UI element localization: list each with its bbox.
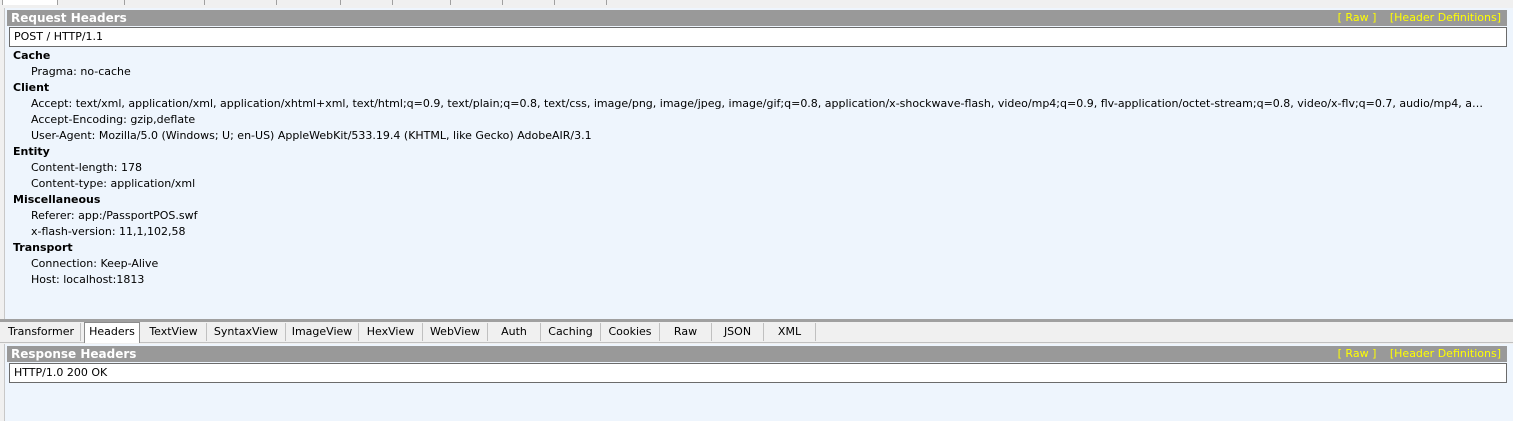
tab-caching[interactable]: Caching [541, 323, 601, 341]
header-group-cache: Cache Pragma: no-cache [13, 48, 1503, 80]
response-header-links: [ Raw ] [Header Definitions] [1328, 346, 1501, 362]
header-item[interactable]: Connection: Keep-Alive [13, 256, 1503, 272]
tab-top-3[interactable] [126, 0, 205, 5]
response-tabs-bar: Transformer Headers TextView SyntaxView … [0, 322, 1513, 343]
tab-cookies[interactable]: Cookies [601, 323, 660, 341]
header-group-miscellaneous: Miscellaneous Referer: app:/PassportPOS.… [13, 192, 1503, 240]
header-group-entity: Entity Content-length: 178 Content-type:… [13, 144, 1503, 192]
tab-top-5[interactable] [278, 0, 341, 5]
header-group-client: Client Accept: text/xml, application/xml… [13, 80, 1503, 144]
response-headers-title: Response Headers [11, 347, 137, 361]
tab-top-4[interactable] [206, 0, 277, 5]
response-status-line-field[interactable]: HTTP/1.0 200 OK [9, 363, 1507, 383]
header-item[interactable]: User-Agent: Mozilla/5.0 (Windows; U; en-… [13, 128, 1503, 144]
header-item[interactable]: Accept: text/xml, application/xml, appli… [13, 96, 1503, 112]
group-title[interactable]: Entity [13, 144, 1503, 160]
response-headers-title-bar: Response Headers [ Raw ] [Header Definit… [7, 346, 1507, 362]
group-title[interactable]: Cache [13, 48, 1503, 64]
tab-top-7[interactable] [394, 0, 451, 5]
tab-top-9[interactable] [504, 0, 555, 5]
tab-imageview[interactable]: ImageView [286, 323, 359, 341]
request-headers-pane: Request Headers [ Raw ] [Header Definiti… [4, 8, 1513, 319]
tab-raw[interactable]: Raw [660, 323, 712, 341]
request-headers-tree: Cache Pragma: no-cache Client Accept: te… [13, 48, 1503, 288]
header-item[interactable]: Pragma: no-cache [13, 64, 1503, 80]
tab-top-8[interactable] [452, 0, 503, 5]
group-title[interactable]: Miscellaneous [13, 192, 1503, 208]
request-tabs-strip [0, 0, 1513, 7]
tab-auth[interactable]: Auth [488, 323, 541, 341]
tab-top-10[interactable] [556, 0, 607, 5]
response-headers-pane: Response Headers [ Raw ] [Header Definit… [4, 344, 1513, 421]
tab-webview[interactable]: WebView [423, 323, 488, 341]
group-title[interactable]: Transport [13, 240, 1503, 256]
tab-transformer[interactable]: Transformer [2, 323, 81, 341]
request-headers-title: Request Headers [11, 11, 127, 25]
tab-textview[interactable]: TextView [141, 323, 207, 341]
request-line-field[interactable]: POST / HTTP/1.1 [9, 27, 1507, 47]
response-raw-link[interactable]: [ Raw ] [1338, 347, 1377, 360]
header-item[interactable]: Content-type: application/xml [13, 176, 1503, 192]
header-item[interactable]: Referer: app:/PassportPOS.swf [13, 208, 1503, 224]
request-header-links: [ Raw ] [Header Definitions] [1328, 10, 1501, 26]
request-headers-title-bar: Request Headers [ Raw ] [Header Definiti… [7, 10, 1507, 26]
tab-json[interactable]: JSON [712, 323, 764, 341]
header-item[interactable]: Accept-Encoding: gzip,deflate [13, 112, 1503, 128]
tab-xml[interactable]: XML [764, 323, 816, 341]
response-header-definitions-link[interactable]: [Header Definitions] [1390, 347, 1501, 360]
header-group-transport: Transport Connection: Keep-Alive Host: l… [13, 240, 1503, 288]
group-title[interactable]: Client [13, 80, 1503, 96]
header-item[interactable]: Host: localhost:1813 [13, 272, 1503, 288]
request-header-definitions-link[interactable]: [Header Definitions] [1390, 11, 1501, 24]
header-item[interactable]: Content-length: 178 [13, 160, 1503, 176]
tab-top-2[interactable] [58, 0, 125, 5]
tab-top-6[interactable] [342, 0, 393, 5]
request-raw-link[interactable]: [ Raw ] [1338, 11, 1377, 24]
header-item[interactable]: x-flash-version: 11,1,102,58 [13, 224, 1503, 240]
tab-syntaxview[interactable]: SyntaxView [207, 323, 286, 341]
tab-headers[interactable]: Headers [84, 322, 140, 343]
tab-hexview[interactable]: HexView [359, 323, 423, 341]
tab-headers-top[interactable] [2, 0, 58, 5]
